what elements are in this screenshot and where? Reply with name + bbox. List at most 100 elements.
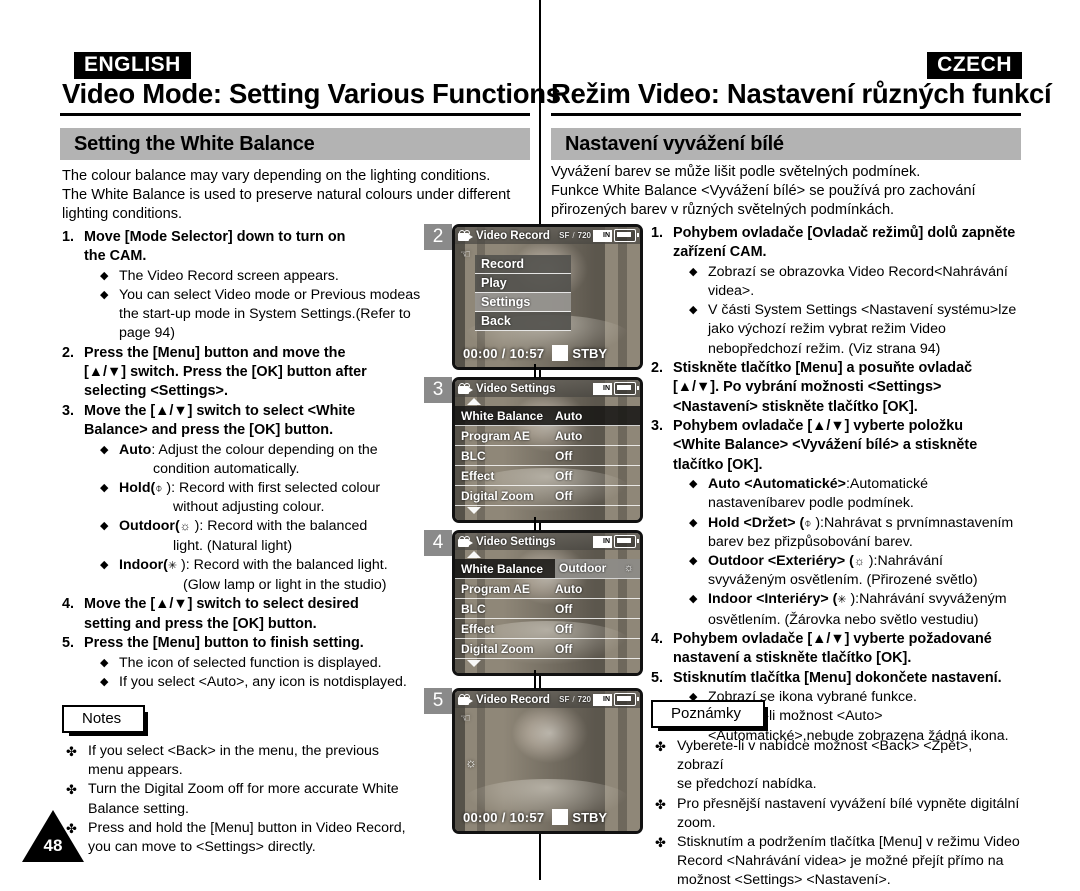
lcd-screen-block: 3 Video Settings IN White Balance Auto Progra… bbox=[424, 377, 643, 523]
settings-row-value: Off bbox=[555, 448, 573, 463]
settings-row-label: Digital Zoom bbox=[461, 488, 534, 503]
resolution-indicator: 720 bbox=[577, 231, 591, 240]
step-title-line: tlačítko [OK]. bbox=[673, 456, 763, 473]
clover-bullet-icon: ✤ bbox=[66, 744, 77, 759]
notes-list-english: ✤ If you select <Back> in the menu, the p… bbox=[62, 742, 462, 857]
step-title-line: Pohybem ovladače [▲/▼] vyberte položku bbox=[673, 418, 963, 435]
settings-row[interactable]: Program AE Auto bbox=[455, 426, 640, 446]
notes-section-english: Notes ✤ If you select <Back> in the menu,… bbox=[62, 705, 462, 857]
settings-row-value: Off bbox=[555, 641, 573, 656]
menu-item[interactable]: Back bbox=[475, 312, 571, 331]
notes-label-english-box: Notes bbox=[62, 705, 149, 736]
settings-row[interactable]: BLC Off bbox=[455, 599, 640, 619]
settings-row[interactable]: Program AE Auto bbox=[455, 579, 640, 599]
note-line: menu appears. bbox=[88, 762, 183, 779]
step-item: 2. Stiskněte tlačítko [Menu] a posuňte ov… bbox=[651, 359, 1023, 417]
menu-item[interactable]: Settings bbox=[475, 293, 571, 312]
settings-row[interactable]: Effect Off bbox=[455, 619, 640, 639]
bullet-item: ◆ If you select <Auto>, any icon is notdi… bbox=[100, 673, 427, 692]
step-title-line: Stisknutím tlačítka [Menu] dokončete nas… bbox=[673, 669, 1002, 686]
section-title-english: Setting the White Balance bbox=[74, 132, 315, 155]
bullet-item: ◆ Zobrazí se obrazovka Video Record<Nahrá… bbox=[689, 263, 1023, 301]
settings-row[interactable]: Digital Zoom Off bbox=[455, 486, 640, 506]
page-number-badge: 48 bbox=[22, 810, 84, 864]
memory-icon: IN bbox=[593, 535, 612, 548]
scroll-up-arrow-icon[interactable] bbox=[467, 398, 481, 405]
time-elapsed: 00:00 bbox=[463, 809, 498, 825]
step-title-line: Balance> and press the [OK] button. bbox=[84, 422, 334, 439]
step-title-line: Press the [Menu] button and move the bbox=[84, 344, 346, 361]
lcd-screen[interactable]: Video Record SF / 720 IN ☜ Record Play Settings B… bbox=[452, 224, 643, 370]
screen-connector-line bbox=[534, 670, 536, 689]
lcd-status-bar: Video Record SF/720 IN bbox=[455, 691, 640, 708]
note-line: se předchozí nabídka. bbox=[677, 776, 817, 793]
settings-row[interactable]: Digital Zoom Off bbox=[455, 639, 640, 659]
step-title-line: Move [Mode Selector] down to turn on bbox=[84, 229, 346, 245]
diamond-bullet-icon: ◆ bbox=[689, 555, 698, 568]
step-body: Pohybem ovladače [▲/▼] vyberte položku <W… bbox=[673, 417, 1023, 630]
sun-icon: ☼ bbox=[179, 519, 191, 534]
step-title-line: setting and press the [OK] button. bbox=[84, 615, 317, 632]
bulb-icon: ✳ bbox=[167, 559, 178, 572]
screen-connector-line bbox=[534, 517, 536, 531]
note-item: ✤ If you select <Back> in the menu, the p… bbox=[62, 742, 462, 780]
diamond-bullet-icon: ◆ bbox=[689, 516, 698, 529]
lcd-screen[interactable]: Video Settings IN White Balance Auto Program… bbox=[452, 377, 643, 523]
standby-status: STBY bbox=[572, 809, 608, 825]
step-body: Press the [Menu] button and move the [▲/▼… bbox=[84, 344, 427, 402]
bullet-term: Outdoor <Exteriéry> ( bbox=[708, 553, 854, 570]
step-body: Press the [Menu] button to finish settin… bbox=[84, 634, 427, 692]
diamond-bullet-icon: ◆ bbox=[100, 558, 109, 571]
note-item: ✤ Turn the Digital Zoom off for more accu… bbox=[62, 780, 462, 818]
standby-square-icon bbox=[552, 345, 569, 361]
step-number: 1. bbox=[651, 225, 664, 241]
scroll-down-arrow-icon[interactable] bbox=[467, 660, 481, 667]
step-title: Pohybem ovladače [▲/▼] vyberte položku <W… bbox=[673, 417, 1023, 475]
settings-row[interactable]: Effect Off bbox=[455, 466, 640, 486]
step-title-line: Pohybem ovladače [▲/▼] vyberte požadovan… bbox=[673, 630, 992, 647]
note-text: Press and hold the [Menu] button in Vide… bbox=[88, 819, 462, 857]
bullet-term: Indoor( bbox=[119, 556, 168, 573]
settings-row-value: Off bbox=[555, 601, 573, 616]
settings-row[interactable]: White Balance Outdoor ☼ bbox=[455, 559, 640, 579]
settings-row[interactable]: White Balance Auto bbox=[455, 406, 640, 426]
lcd-bottom-bar: 00:00/10:57 STBY bbox=[455, 809, 640, 825]
sun-icon: ☼ bbox=[853, 554, 865, 569]
lcd-screen[interactable]: Video Settings IN White Balance Outdoor ☼ Pro… bbox=[452, 530, 643, 676]
clover-bullet-icon: ✤ bbox=[655, 739, 666, 754]
settings-row-label: Digital Zoom bbox=[461, 641, 534, 656]
bullet-term: Hold( bbox=[119, 480, 156, 497]
settings-row-value: Auto bbox=[555, 581, 583, 596]
page-title-english: Video Mode: Setting Various Functions bbox=[62, 78, 561, 109]
step-title: Pohybem ovladače [Ovladač režimů] dolů z… bbox=[673, 224, 1023, 263]
notes-label-czech-box: Poznámky bbox=[651, 700, 769, 731]
settings-row[interactable]: BLC Off bbox=[455, 446, 640, 466]
note-line: Balance setting. bbox=[88, 800, 189, 817]
lcd-status-bar: Video Record SF/720 IN bbox=[455, 227, 640, 244]
lcd-settings-list: White Balance Outdoor ☼ Program AE Auto BLC Of… bbox=[455, 550, 640, 667]
intro-line: Vyvážení barev se může lišit podle světe… bbox=[551, 164, 921, 180]
menu-item[interactable]: Record bbox=[475, 255, 571, 274]
memory-icon: IN bbox=[593, 229, 612, 242]
lcd-screen-title: Video Record bbox=[476, 693, 550, 706]
bullet-item: ◆ You can select Video mode or Previous m… bbox=[100, 286, 427, 344]
bullet-term: Auto bbox=[119, 441, 152, 458]
bullet-item: ◆ The icon of selected function is displa… bbox=[100, 654, 427, 673]
lcd-screen[interactable]: Video Record SF / 720 IN ☜ ☼ 00:00/10:57 STBY bbox=[452, 688, 643, 834]
note-item: ✤ Stisknutím a podržením tlačítka [Menu] … bbox=[651, 833, 1021, 891]
diamond-bullet-icon: ◆ bbox=[100, 443, 109, 456]
scroll-up-arrow-icon[interactable] bbox=[467, 551, 481, 558]
intro-line: Funkce White Balance <Vyvážení bílé> se … bbox=[551, 183, 976, 200]
page-title-czech: Režim Video: Nastavení různých funkcí bbox=[551, 78, 1052, 109]
anti-shake-icon: ☜ bbox=[460, 247, 471, 261]
scroll-down-arrow-icon[interactable] bbox=[467, 507, 481, 514]
bullet-item: ◆ Outdoor <Exteriéry> (☼ ):Nahrávání svyv… bbox=[689, 552, 1023, 590]
step-number: 5. bbox=[62, 635, 75, 652]
lcd-screen-block: 4 Video Settings IN White Balance Outdoor ☼ Pr… bbox=[424, 530, 643, 676]
language-tag-czech: CZECH bbox=[927, 52, 1022, 80]
bullet-text: If you select <Auto>, any icon is notdis… bbox=[119, 673, 407, 690]
manual-page: ENGLISH Video Mode: Setting Various Func… bbox=[0, 0, 1080, 888]
sun-icon: ☼ bbox=[623, 562, 634, 574]
step-title: Move the [▲/▼] switch to select desired s… bbox=[84, 595, 427, 634]
menu-item[interactable]: Play bbox=[475, 274, 571, 293]
